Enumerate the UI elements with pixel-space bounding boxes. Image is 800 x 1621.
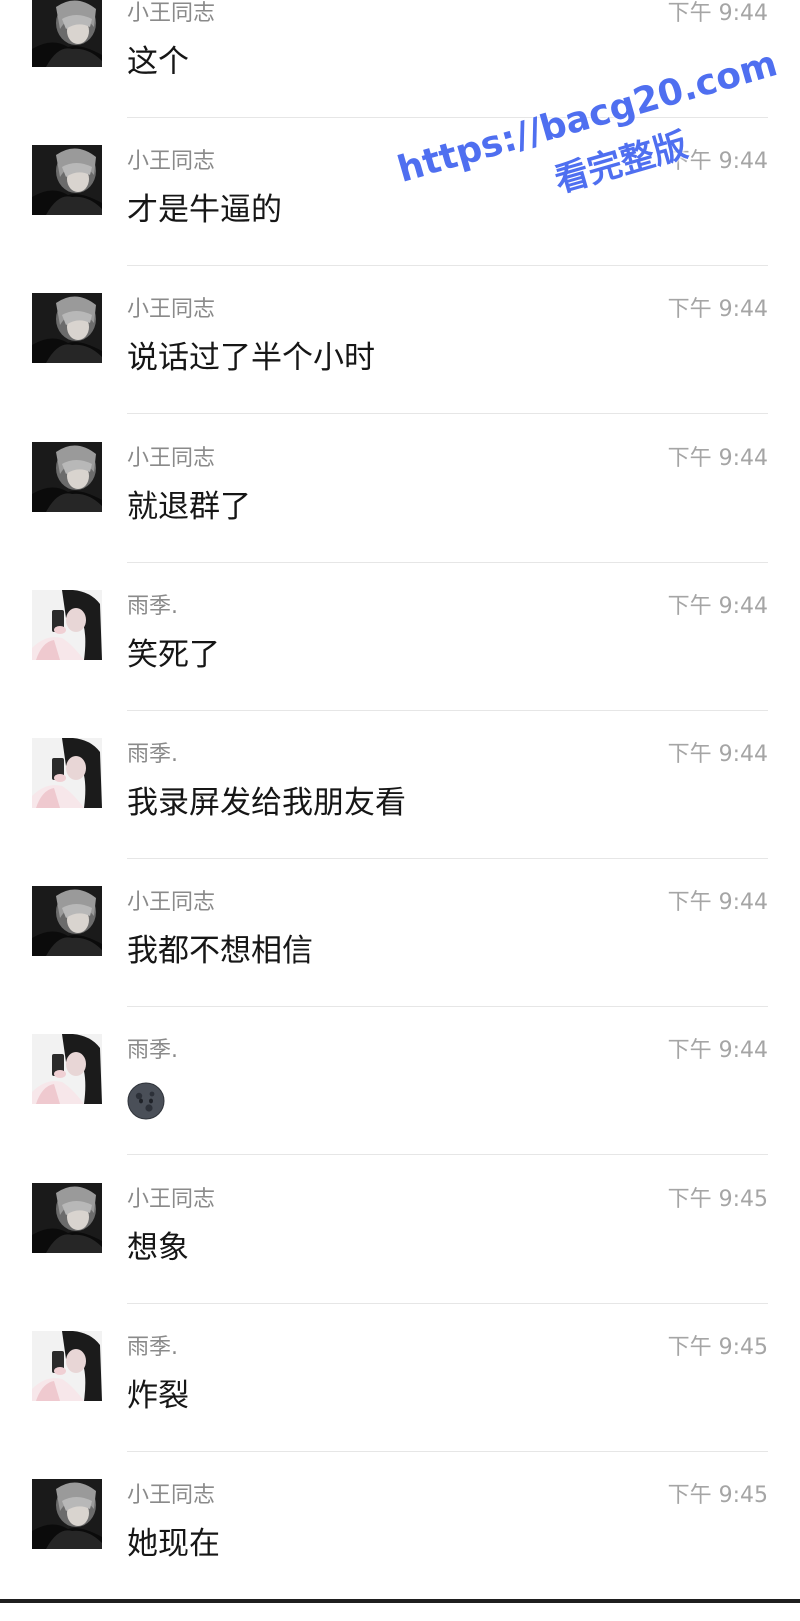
message-time: 下午 9:45 [667, 1186, 768, 1212]
message-text: 我录屏发给我朋友看 [127, 785, 406, 821]
message-time: 下午 9:44 [667, 1038, 768, 1064]
message-divider [127, 1450, 768, 1452]
message-row[interactable]: 雨季. 下午 9:44 笑死了 [0, 581, 800, 732]
dark-haired-male-avatar[interactable] [32, 441, 102, 512]
message-time: 下午 9:44 [667, 149, 768, 175]
message-divider [127, 117, 768, 118]
message-row[interactable]: 小王同志 下午 9:44 就退群了 [0, 433, 800, 584]
sender-name: 小王同志 [127, 445, 216, 471]
message-row[interactable]: 小王同志 下午 9:45 想象 [0, 1174, 800, 1325]
message-time: 下午 9:44 [667, 593, 768, 619]
message-text: 想象 [127, 1229, 189, 1266]
message-row[interactable]: 小王同志 下午 9:44 说话过了半个小时 [0, 284, 800, 435]
sender-name: 小王同志 [127, 1186, 216, 1212]
sender-name: 雨季. [127, 593, 178, 619]
message-text: 这个 [127, 44, 189, 80]
girl-selfie-avatar[interactable] [32, 1330, 102, 1401]
message-divider [127, 413, 768, 415]
girl-selfie-avatar[interactable] [32, 738, 102, 808]
message-time: 下午 9:44 [667, 890, 768, 916]
message-row[interactable]: 雨季. 下午 9:44 我录屏发给我朋友看 [0, 729, 800, 880]
dark-haired-male-avatar[interactable] [32, 0, 102, 67]
message-divider [127, 265, 768, 267]
dark-haired-male-avatar[interactable] [32, 886, 102, 957]
dark-haired-male-avatar[interactable] [32, 293, 102, 364]
message-text: 才是牛逼的 [127, 192, 282, 229]
message-text: 炸裂 [127, 1377, 189, 1414]
sender-name: 雨季. [127, 1038, 178, 1064]
message-divider [127, 561, 768, 563]
new-moon-face-icon [127, 1082, 165, 1120]
message-divider [127, 1006, 768, 1008]
message-text: 就退群了 [127, 488, 251, 525]
message-divider [127, 1154, 768, 1156]
dark-haired-male-avatar[interactable] [32, 1479, 102, 1549]
girl-selfie-avatar[interactable] [32, 1034, 102, 1105]
dark-haired-male-avatar[interactable] [32, 145, 102, 216]
sender-name: 雨季. [127, 742, 178, 767]
message-time: 下午 9:44 [667, 1, 768, 26]
sender-name: 小王同志 [127, 297, 216, 323]
dark-haired-male-avatar[interactable] [32, 1182, 102, 1253]
message-divider [127, 709, 768, 711]
sender-name: 小王同志 [127, 1483, 216, 1508]
sender-name: 小王同志 [127, 890, 216, 916]
message-time: 下午 9:44 [667, 742, 768, 767]
message-divider [127, 858, 768, 859]
message-time: 下午 9:44 [667, 445, 768, 471]
bottom-edge-bar [0, 1599, 800, 1603]
message-divider [127, 1302, 768, 1304]
message-text: 笑死了 [127, 636, 220, 673]
message-row[interactable]: 雨季. 下午 9:44 [0, 1025, 800, 1176]
sender-name: 小王同志 [127, 149, 216, 175]
message-time: 下午 9:45 [667, 1483, 768, 1508]
sender-name: 小王同志 [127, 1, 216, 26]
girl-selfie-avatar[interactable] [32, 589, 102, 660]
message-text: 我都不想相信 [127, 933, 313, 970]
message-row[interactable]: 雨季. 下午 9:45 炸裂 [0, 1322, 800, 1473]
message-text: 她现在 [127, 1526, 220, 1562]
message-time: 下午 9:44 [667, 297, 768, 323]
message-row[interactable]: 小王同志 下午 9:44 这个 [0, 0, 800, 139]
message-time: 下午 9:45 [667, 1334, 768, 1360]
message-row[interactable]: 小王同志 下午 9:44 才是牛逼的 [0, 136, 800, 287]
message-row[interactable]: 小王同志 下午 9:44 我都不想相信 [0, 877, 800, 1028]
sender-name: 雨季. [127, 1334, 178, 1360]
message-text: 说话过了半个小时 [127, 340, 375, 377]
